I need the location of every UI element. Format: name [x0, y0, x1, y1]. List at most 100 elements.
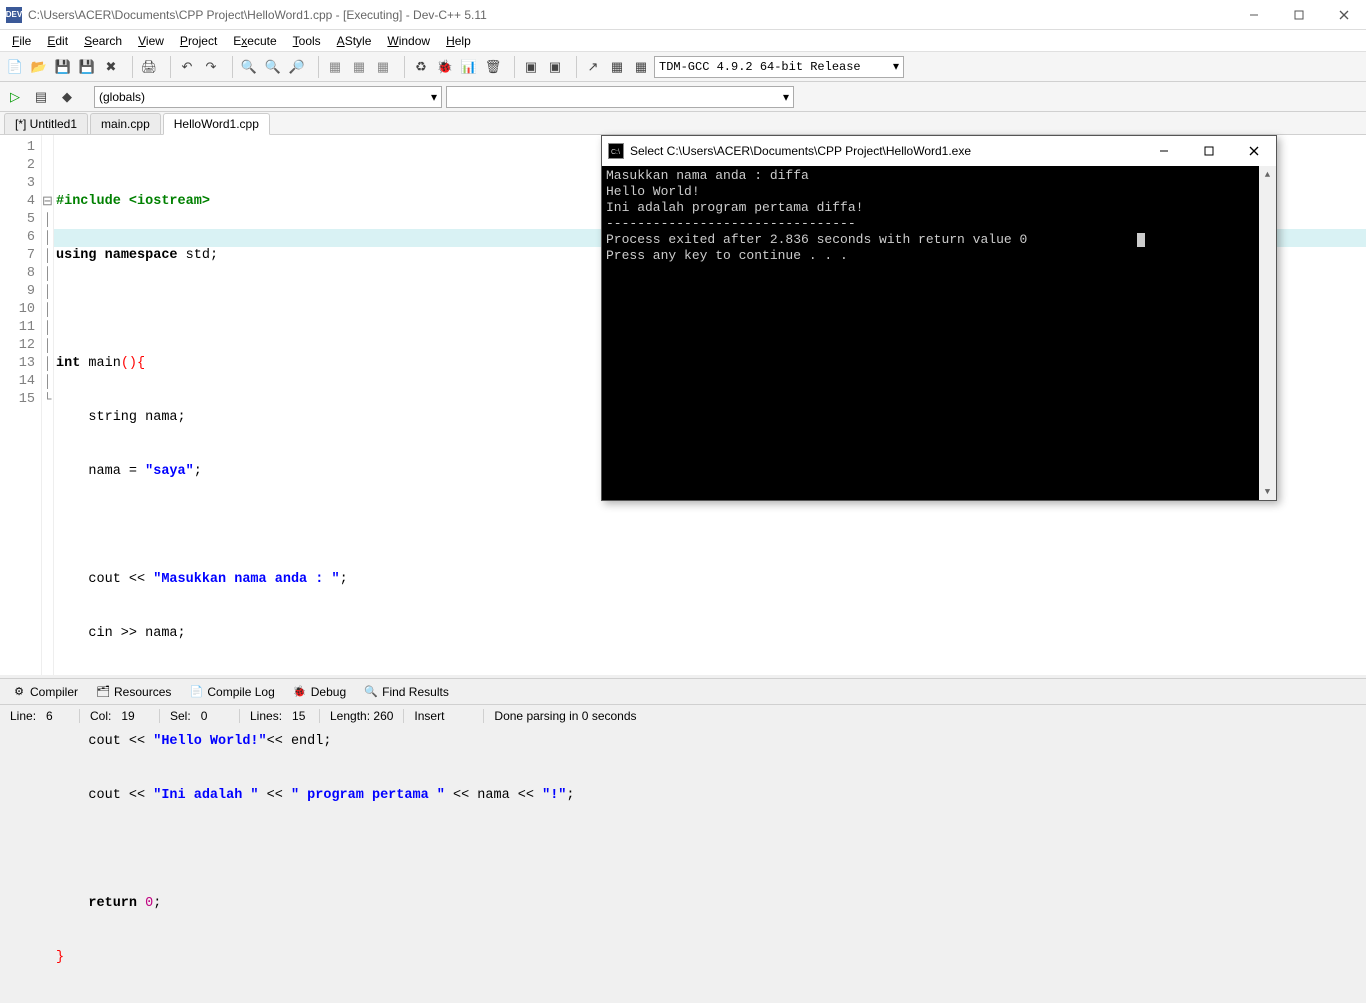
tool-icon[interactable]: ▦ — [606, 56, 628, 78]
terminal-icon: C:\ — [608, 143, 624, 159]
console-line: Masukkan nama anda : diffa — [606, 168, 1272, 184]
code-token: #include — [56, 194, 121, 209]
menu-bar: File Edit Search View Project Execute To… — [0, 30, 1366, 52]
code-token: () — [121, 356, 137, 371]
menu-edit[interactable]: Edit — [39, 32, 76, 50]
status-bar: Line: 6 Col: 19 Sel: 0 Lines: 15 Length:… — [0, 704, 1366, 726]
menu-execute[interactable]: Execute — [225, 32, 284, 50]
undo-icon[interactable]: ↶ — [176, 56, 198, 78]
new-file-icon[interactable]: 📄 — [4, 56, 26, 78]
tool-icon[interactable]: ▣ — [544, 56, 566, 78]
menu-tools[interactable]: Tools — [285, 32, 329, 50]
scroll-down-icon[interactable]: ▼ — [1259, 483, 1276, 500]
code-token: "!" — [542, 788, 566, 803]
code-token: "Masukkan nama anda : " — [153, 572, 339, 587]
find-in-files-icon[interactable]: 🔎 — [286, 56, 308, 78]
code-token: << endl; — [267, 734, 332, 749]
menu-project[interactable]: Project — [172, 32, 225, 50]
code-token: main — [88, 356, 120, 371]
code-token: using — [56, 248, 97, 263]
find-icon[interactable]: 🔍 — [238, 56, 260, 78]
code-token: 0 — [145, 896, 153, 911]
editor-tabs: [*] Untitled1 main.cpp HelloWord1.cpp — [0, 112, 1366, 135]
compile-icon[interactable]: ▦ — [324, 56, 346, 78]
scroll-up-icon[interactable]: ▲ — [1259, 166, 1276, 183]
profile-icon[interactable]: 📊 — [458, 56, 480, 78]
menu-astyle[interactable]: AStyle — [329, 32, 380, 50]
code-token: string nama; — [88, 410, 185, 425]
console-close-button[interactable] — [1231, 136, 1276, 166]
code-token: <iostream> — [129, 194, 210, 209]
console-line: Process exited after 2.836 seconds with … — [606, 232, 1272, 248]
code-token: cin >> nama; — [88, 626, 185, 641]
tool-icon[interactable]: ▣ — [520, 56, 542, 78]
tab-helloword1-cpp[interactable]: HelloWord1.cpp — [163, 113, 270, 135]
code-token: "saya" — [145, 464, 194, 479]
code-token: cout << — [88, 734, 153, 749]
compiler-icon: ⚙ — [12, 685, 26, 699]
code-token: namespace — [105, 248, 178, 263]
code-token: ; — [340, 572, 348, 587]
code-token: " program pertama " — [291, 788, 445, 803]
svg-text:C:\: C:\ — [611, 149, 620, 155]
close-button[interactable] — [1321, 0, 1366, 30]
code-token: ; — [566, 788, 574, 803]
status-message: Done parsing in 0 seconds — [484, 709, 1366, 723]
run-button-icon[interactable]: ▷ — [4, 86, 26, 108]
console-line: Ini adalah program pertama diffa! — [606, 200, 1272, 216]
goto-icon[interactable]: ↗ — [582, 56, 604, 78]
save-icon[interactable]: 💾 — [52, 56, 74, 78]
maximize-button[interactable] — [1276, 0, 1321, 30]
new-class-icon[interactable]: ▤ — [30, 86, 52, 108]
code-token: std; — [186, 248, 218, 263]
compile-run-icon[interactable]: ▦ — [372, 56, 394, 78]
menu-view[interactable]: View — [130, 32, 172, 50]
console-output[interactable]: Masukkan nama anda : diffa Hello World! … — [602, 166, 1276, 500]
console-scrollbar[interactable]: ▲ ▼ — [1259, 166, 1276, 500]
code-token: ; — [194, 464, 202, 479]
close-file-icon[interactable]: ✖ — [100, 56, 122, 78]
fold-toggle-icon[interactable]: ⊟ — [42, 193, 53, 211]
minimize-button[interactable] — [1231, 0, 1276, 30]
debug-icon[interactable]: 🐞 — [434, 56, 456, 78]
status-mode: Insert — [404, 709, 484, 723]
clean-icon[interactable]: 🗑 — [482, 56, 504, 78]
console-line: Press any key to continue . . . — [606, 248, 1272, 264]
toolbar-class: ▷ ▤ ◆ (globals) ▾ ▾ — [0, 82, 1366, 112]
code-token: int — [56, 356, 80, 371]
console-title: Select C:\Users\ACER\Documents\CPP Proje… — [630, 144, 1141, 158]
menu-search[interactable]: Search — [76, 32, 130, 50]
redo-icon[interactable]: ↷ — [200, 56, 222, 78]
code-token: "Ini adalah " — [153, 788, 258, 803]
fold-column: ⊟ ││││ ││││ ││└ — [42, 135, 54, 675]
rebuild-icon[interactable]: ♻ — [410, 56, 432, 78]
replace-icon[interactable]: 🔍 — [262, 56, 284, 78]
menu-window[interactable]: Window — [379, 32, 438, 50]
save-all-icon[interactable]: 💾 — [76, 56, 98, 78]
console-titlebar[interactable]: C:\ Select C:\Users\ACER\Documents\CPP P… — [602, 136, 1276, 166]
print-icon[interactable]: 🖨 — [138, 56, 160, 78]
console-text: Process exited after 2.836 seconds with … — [606, 232, 1027, 247]
open-icon[interactable]: 📂 — [28, 56, 50, 78]
run-icon[interactable]: ▦ — [348, 56, 370, 78]
code-token: << nama << — [445, 788, 542, 803]
code-token: "Hello World!" — [153, 734, 266, 749]
code-token: } — [56, 950, 64, 965]
goto-class-icon[interactable]: ◆ — [56, 86, 78, 108]
menu-file[interactable]: File — [4, 32, 39, 50]
globals-select[interactable]: (globals) ▾ — [94, 86, 442, 108]
menu-help[interactable]: Help — [438, 32, 479, 50]
window-title: C:\Users\ACER\Documents\CPP Project\Hell… — [28, 8, 1231, 22]
console-minimize-button[interactable] — [1141, 136, 1186, 166]
title-bar: DEV C:\Users\ACER\Documents\CPP Project\… — [0, 0, 1366, 30]
tab-untitled1[interactable]: [*] Untitled1 — [4, 113, 88, 134]
chevron-down-icon: ▾ — [431, 90, 437, 104]
separator — [127, 56, 133, 78]
code-token: cout << — [88, 572, 153, 587]
compiler-select[interactable]: TDM-GCC 4.9.2 64-bit Release ▾ — [654, 56, 904, 78]
members-select[interactable]: ▾ — [446, 86, 794, 108]
tab-main-cpp[interactable]: main.cpp — [90, 113, 161, 134]
status-length: Length: 260 — [320, 709, 404, 723]
tool-icon[interactable]: ▦ — [630, 56, 652, 78]
console-maximize-button[interactable] — [1186, 136, 1231, 166]
